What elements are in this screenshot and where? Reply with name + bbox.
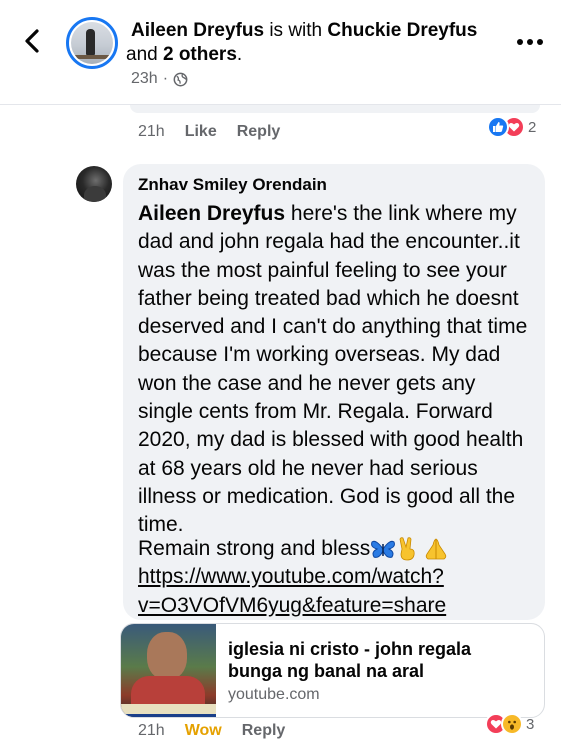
others-link[interactable]: 2 others [163, 44, 237, 65]
youtube-link[interactable]: https://www.youtube.com/watch?v=O3VOfVM6… [138, 563, 528, 620]
author-avatar[interactable] [66, 17, 118, 69]
comment-actions: 21h Wow Reply [138, 722, 285, 740]
like-icon [487, 116, 509, 138]
comment-text: Aileen Dreyfus here's the link where my … [138, 202, 528, 537]
mention-link[interactable]: Aileen Dreyfus [138, 202, 285, 225]
tagged-name[interactable]: Chuckie Dreyfus [327, 20, 477, 41]
folded-hands-emoji-icon [426, 538, 447, 560]
commenter-avatar[interactable] [76, 166, 112, 202]
link-preview-domain: youtube.com [228, 686, 320, 703]
previous-comment-reactions[interactable]: 2 [487, 116, 536, 138]
post-meta: 23h · [131, 70, 188, 88]
reply-button[interactable]: Reply [237, 123, 281, 141]
comment-closing: Remain strong and bless [138, 535, 449, 563]
victory-hand-emoji-icon [399, 537, 415, 561]
post-time: 23h [131, 70, 158, 87]
post-header-title: Aileen Dreyfus is with Chuckie Dreyfus a… [126, 20, 478, 65]
comment-time: 21h [138, 123, 165, 140]
comment-reactions[interactable]: 3 [485, 713, 534, 735]
wow-icon [501, 713, 523, 735]
globe-icon [173, 72, 188, 86]
wow-reaction-button[interactable]: Wow [185, 722, 222, 740]
previous-comment-actions: 21h Like Reply [138, 123, 280, 141]
author-name[interactable]: Aileen Dreyfus [131, 20, 264, 41]
back-arrow-icon[interactable] [18, 26, 48, 56]
video-thumbnail [121, 624, 216, 717]
more-options-icon[interactable] [516, 38, 544, 46]
reply-button[interactable]: Reply [242, 722, 286, 740]
link-preview-card[interactable]: iglesia ni cristo - john regala bunga ng… [120, 623, 545, 718]
reaction-count: 3 [526, 715, 535, 733]
link-preview-title: iglesia ni cristo - john regala bunga ng… [228, 639, 472, 681]
comment-time: 21h [138, 722, 165, 739]
post-header: Aileen Dreyfus is with Chuckie Dreyfus a… [0, 0, 561, 108]
butterfly-emoji-icon [371, 540, 396, 558]
commenter-name[interactable]: Znhav Smiley Orendain [138, 175, 327, 195]
previous-comment-bubble [130, 105, 540, 113]
reaction-count: 2 [528, 118, 537, 136]
like-button[interactable]: Like [185, 123, 217, 141]
